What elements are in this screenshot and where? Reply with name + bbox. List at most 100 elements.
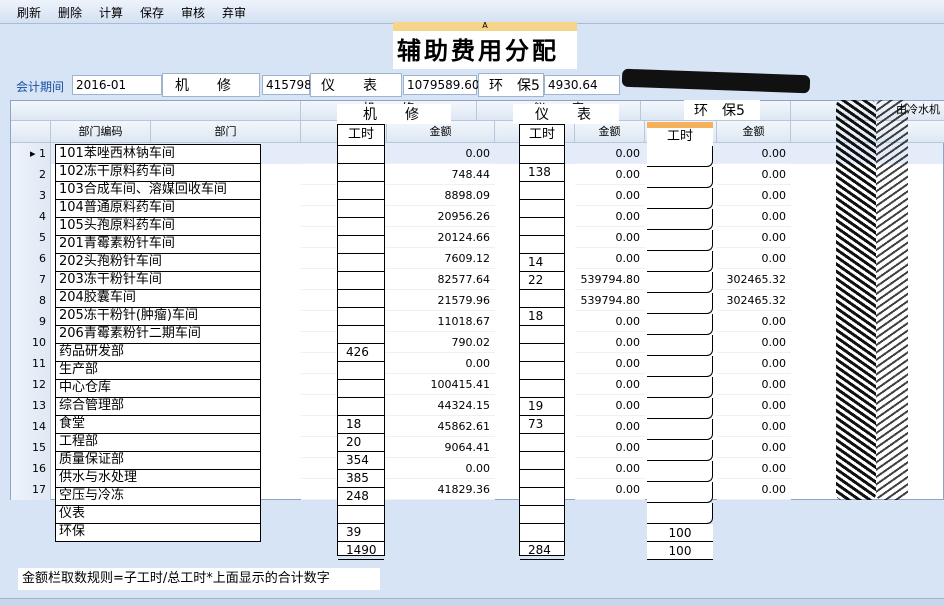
hours-value[interactable]: 426 bbox=[338, 343, 384, 362]
amount-column-header-3[interactable]: 金额 bbox=[717, 121, 791, 143]
hours-value[interactable] bbox=[520, 199, 564, 218]
amount-cell-2[interactable]: 0.00 bbox=[575, 227, 645, 248]
amount-cell-2[interactable]: 0.00 bbox=[575, 164, 645, 185]
amount-cell-2[interactable]: 0.00 bbox=[575, 395, 645, 416]
hours-value[interactable] bbox=[647, 251, 713, 272]
amount-cell-1[interactable]: 44324.15 bbox=[387, 395, 495, 416]
hours-value[interactable] bbox=[520, 451, 564, 470]
hours-value[interactable] bbox=[520, 145, 564, 164]
hours-value[interactable] bbox=[338, 325, 384, 344]
hours-value[interactable] bbox=[520, 433, 564, 452]
hours-value[interactable] bbox=[520, 325, 564, 344]
amount-cell-1[interactable]: 9064.41 bbox=[387, 437, 495, 458]
amount-cell-2[interactable]: 0.00 bbox=[575, 437, 645, 458]
hours-value[interactable]: 20 bbox=[338, 433, 384, 452]
amount-cell-3[interactable]: 0.00 bbox=[717, 416, 791, 437]
hours-value[interactable] bbox=[338, 235, 384, 254]
hours-value[interactable] bbox=[520, 379, 564, 398]
hours-value[interactable] bbox=[338, 307, 384, 326]
hours-value[interactable]: 73 bbox=[520, 415, 564, 434]
amount-cell-2[interactable]: 0.00 bbox=[575, 185, 645, 206]
amount-cell-1[interactable]: 0.00 bbox=[387, 458, 495, 479]
amount-cell-3[interactable]: 0.00 bbox=[717, 374, 791, 395]
amount-cell-2[interactable]: 0.00 bbox=[575, 353, 645, 374]
audit-menu[interactable]: 审核 bbox=[181, 4, 205, 21]
amount-cell-3[interactable]: 0.00 bbox=[717, 164, 791, 185]
amount-cell-1[interactable]: 20124.66 bbox=[387, 227, 495, 248]
hours-value[interactable] bbox=[520, 523, 564, 542]
hours-value[interactable] bbox=[647, 167, 713, 188]
hours-value[interactable]: 354 bbox=[338, 451, 384, 470]
amount-cell-2[interactable]: 0.00 bbox=[575, 416, 645, 437]
hours-value[interactable]: 18 bbox=[338, 415, 384, 434]
amount-cell-3[interactable]: 0.00 bbox=[717, 458, 791, 479]
hours-value[interactable] bbox=[647, 377, 713, 398]
amount-cell-1[interactable]: 748.44 bbox=[387, 164, 495, 185]
amount-cell-3[interactable]: 0.00 bbox=[717, 395, 791, 416]
amount-cell-1[interactable]: 0.00 bbox=[387, 353, 495, 374]
amount-cell-3[interactable]: 0.00 bbox=[717, 227, 791, 248]
amount-cell-2[interactable]: 0.00 bbox=[575, 374, 645, 395]
hours-value[interactable] bbox=[338, 379, 384, 398]
hours-value[interactable]: 248 bbox=[338, 487, 384, 506]
amount-cell-3[interactable]: 0.00 bbox=[717, 479, 791, 500]
amount-cell-2[interactable]: 0.00 bbox=[575, 479, 645, 500]
hours-value[interactable] bbox=[338, 289, 384, 308]
amount-cell-1[interactable]: 8898.09 bbox=[387, 185, 495, 206]
hours-value[interactable] bbox=[520, 235, 564, 254]
amount-cell-2[interactable]: 539794.80 bbox=[575, 269, 645, 290]
amount-cell-1[interactable]: 790.02 bbox=[387, 332, 495, 353]
delete-menu[interactable]: 删除 bbox=[58, 4, 82, 21]
amount-cell-3[interactable]: 0.00 bbox=[717, 206, 791, 227]
hours-value[interactable]: 385 bbox=[338, 469, 384, 488]
hours-value[interactable] bbox=[647, 398, 713, 419]
hours-value[interactable] bbox=[338, 505, 384, 524]
hours-value[interactable] bbox=[647, 188, 713, 209]
amount-cell-3[interactable]: 0.00 bbox=[717, 311, 791, 332]
amount-cell-2[interactable]: 0.00 bbox=[575, 332, 645, 353]
amount-cell-1[interactable]: 7609.12 bbox=[387, 248, 495, 269]
hours-value[interactable] bbox=[647, 419, 713, 440]
hours-value[interactable]: 18 bbox=[520, 307, 564, 326]
hours-value[interactable] bbox=[647, 461, 713, 482]
hours-value[interactable] bbox=[647, 230, 713, 251]
hours-value[interactable] bbox=[647, 440, 713, 461]
amount-cell-1[interactable]: 20956.26 bbox=[387, 206, 495, 227]
refresh-menu[interactable]: 刷新 bbox=[17, 4, 41, 21]
hours-value[interactable] bbox=[520, 289, 564, 308]
hours-value[interactable] bbox=[338, 217, 384, 236]
dept-column-header[interactable]: 部门 bbox=[151, 121, 301, 143]
hours-value[interactable] bbox=[647, 314, 713, 335]
amount-cell-2[interactable]: 0.00 bbox=[575, 311, 645, 332]
amount-cell-1[interactable]: 45862.61 bbox=[387, 416, 495, 437]
hours-value[interactable]: 22 bbox=[520, 271, 564, 290]
amount-cell-3[interactable]: 0.00 bbox=[717, 248, 791, 269]
amount-column-header-1[interactable]: 金额 bbox=[387, 121, 495, 143]
hours-value[interactable] bbox=[338, 253, 384, 272]
amount-cell-2[interactable]: 0.00 bbox=[575, 206, 645, 227]
unaudit-menu[interactable]: 弃审 bbox=[222, 4, 246, 21]
hours-value[interactable] bbox=[647, 335, 713, 356]
amount-cell-3[interactable]: 0.00 bbox=[717, 143, 791, 164]
period-input[interactable]: 2016-01 bbox=[72, 75, 162, 95]
hours-value[interactable] bbox=[338, 163, 384, 182]
hours-value[interactable] bbox=[338, 181, 384, 200]
amount-cell-3[interactable]: 302465.32 bbox=[717, 290, 791, 311]
hours-value[interactable] bbox=[338, 397, 384, 416]
hours-value[interactable] bbox=[520, 505, 564, 524]
amount-cell-3[interactable]: 0.00 bbox=[717, 353, 791, 374]
amount-cell-1[interactable]: 21579.96 bbox=[387, 290, 495, 311]
hours-value[interactable] bbox=[338, 199, 384, 218]
amount-cell-2[interactable]: 0.00 bbox=[575, 248, 645, 269]
hours-value[interactable] bbox=[520, 361, 564, 380]
hours-value[interactable] bbox=[520, 217, 564, 236]
amount-cell-1[interactable]: 11018.67 bbox=[387, 311, 495, 332]
amount-cell-1[interactable]: 41829.36 bbox=[387, 479, 495, 500]
hours-value[interactable] bbox=[647, 146, 713, 167]
hours-value[interactable] bbox=[520, 487, 564, 506]
save-menu[interactable]: 保存 bbox=[140, 4, 164, 21]
calculate-menu[interactable]: 计算 bbox=[99, 4, 123, 21]
hours-value[interactable] bbox=[338, 271, 384, 290]
hours-value[interactable] bbox=[647, 272, 713, 293]
amount-cell-3[interactable]: 0.00 bbox=[717, 185, 791, 206]
